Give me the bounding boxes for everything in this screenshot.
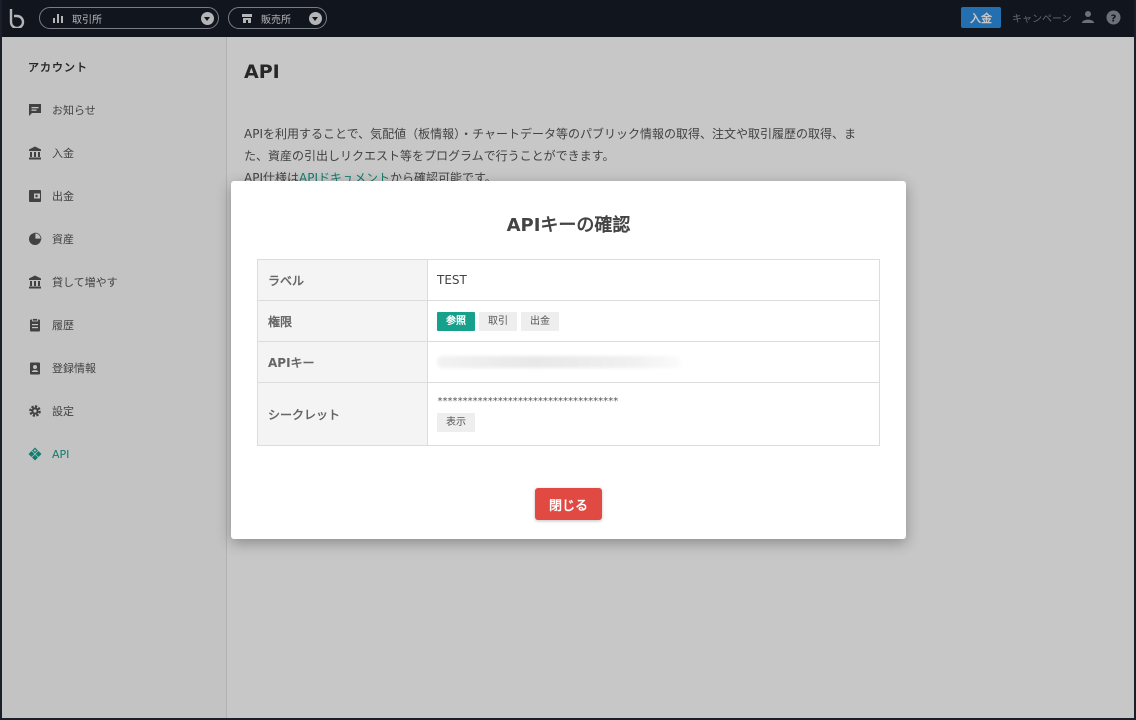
modal-title: APIキーの確認 — [506, 215, 631, 236]
label-value: TEST — [427, 259, 880, 301]
permission-header: 権限 — [257, 300, 428, 342]
api-key-header: APIキー — [257, 341, 428, 383]
close-button[interactable]: 閉じる — [535, 488, 602, 520]
secret-masked-value: ************************************ — [437, 396, 619, 407]
permission-tag-withdraw: 出金 — [521, 311, 559, 331]
permission-tag-trade: 取引 — [479, 311, 517, 331]
permission-tag-read: 参照 — [437, 311, 475, 331]
label-header: ラベル — [257, 259, 428, 301]
show-secret-button[interactable]: 表示 — [437, 413, 475, 432]
table-row: 権限 参照 取引 出金 — [257, 300, 880, 342]
secret-cell: ************************************ 表示 — [427, 382, 880, 446]
table-row: ラベル TEST — [257, 259, 880, 301]
api-key-value — [427, 341, 880, 383]
secret-header: シークレット — [257, 382, 428, 446]
api-key-modal: APIキーの確認 ラベル TEST 権限 参照 取引 出金 APIキー シークレット… — [231, 181, 906, 539]
permission-tags: 参照 取引 出金 — [427, 300, 880, 342]
api-key-blurred — [437, 356, 681, 368]
table-row: シークレット *********************************… — [257, 382, 880, 446]
api-key-table: ラベル TEST 権限 参照 取引 出金 APIキー シークレット ********… — [257, 259, 880, 446]
table-row: APIキー — [257, 341, 880, 383]
